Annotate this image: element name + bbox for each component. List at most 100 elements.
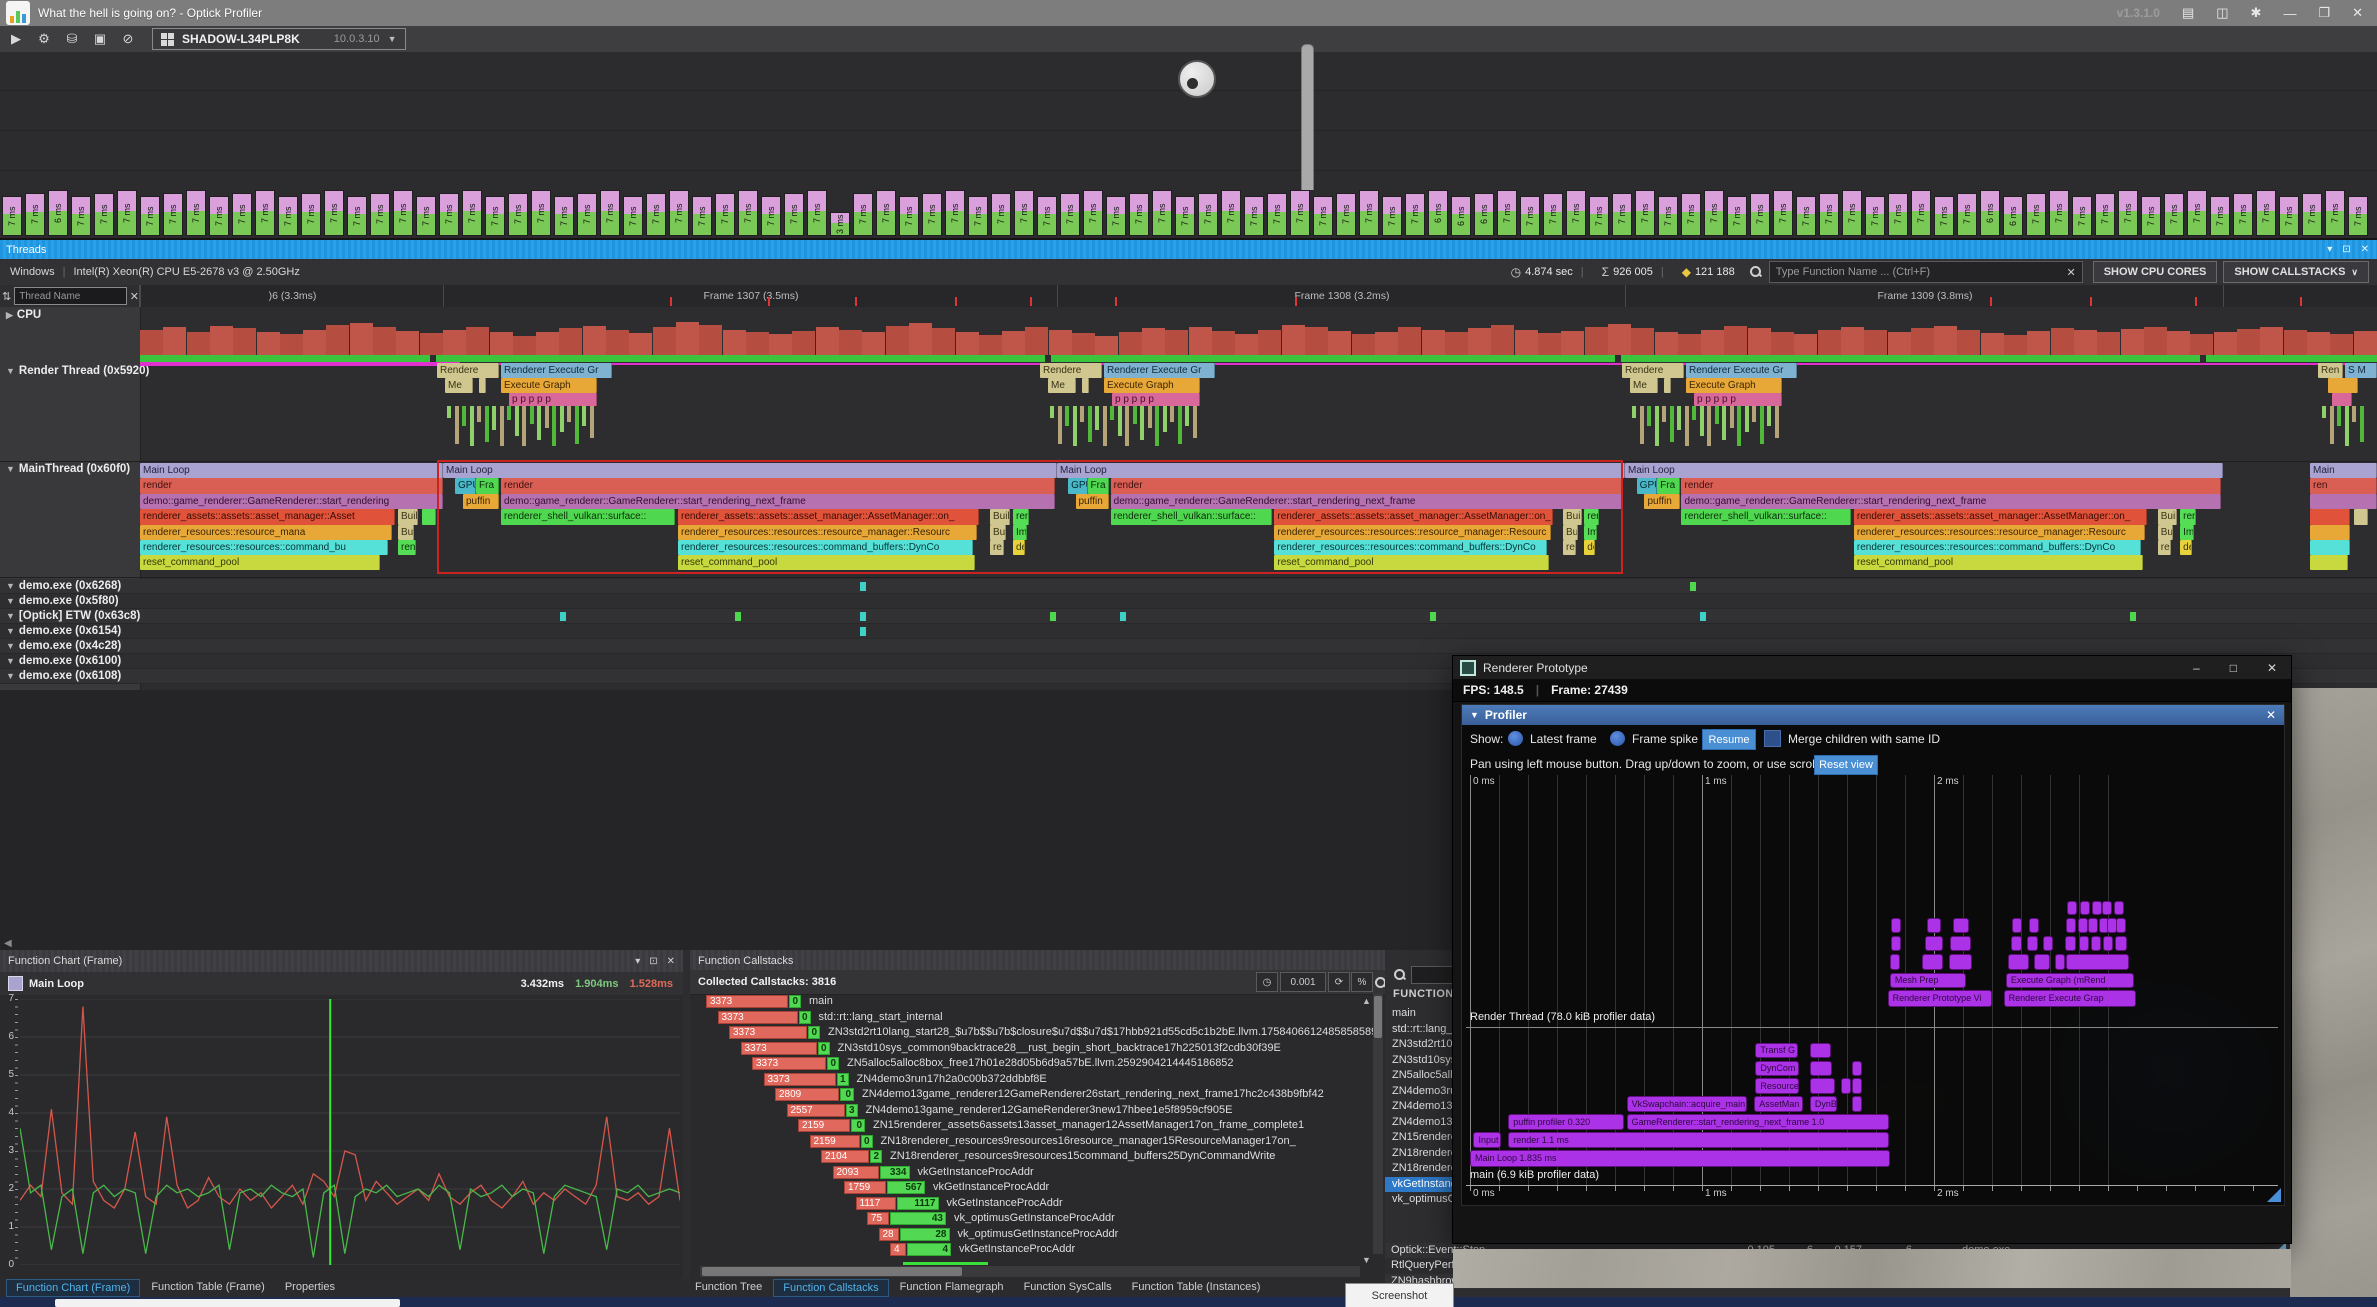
callstack-count-bar[interactable]: 2557 xyxy=(787,1104,845,1117)
frame-minibar[interactable]: 7 ms xyxy=(2026,193,2046,236)
timeline-span[interactable]: Im xyxy=(2180,525,2194,540)
flame-bar[interactable] xyxy=(2012,918,2022,933)
frame-minibar[interactable]: 6 ms xyxy=(1980,190,2000,236)
callstack-self-bar[interactable]: 0 xyxy=(827,1057,839,1070)
function-column-header[interactable]: FUNCTION xyxy=(1393,988,1454,1000)
timeline-span[interactable]: Execute Graph xyxy=(1686,378,1782,393)
callstack-function-name[interactable]: ZN4demo13game_renderer12GameRenderer26st… xyxy=(862,1088,1324,1100)
frame-minibar[interactable]: 7 ms xyxy=(232,193,252,236)
right-dock-tab[interactable]: Function SysCalls xyxy=(1015,1279,1121,1297)
frame-minibar[interactable]: 7 ms xyxy=(692,196,712,236)
flame-bar[interactable] xyxy=(2102,901,2112,915)
flame-bar[interactable] xyxy=(1810,1043,1831,1058)
close-button[interactable]: ✕ xyxy=(2352,5,2363,21)
frame-minibar[interactable]: 7 ms xyxy=(1957,193,1977,236)
frame-minibar[interactable]: 7 ms xyxy=(1773,190,1793,236)
settings-gear-icon[interactable]: ⚙ xyxy=(32,28,56,50)
thread-row[interactable]: ▼demo.exe (0x6268) xyxy=(0,579,2377,594)
timeline-span[interactable]: renderer_resources::resources::command_b… xyxy=(1854,540,2141,555)
flame-bar[interactable]: Renderer Prototype Vi xyxy=(1888,990,1992,1007)
frame-minibar[interactable]: 7 ms xyxy=(853,193,873,236)
timeline-span[interactable]: Ren xyxy=(2318,363,2343,378)
frame-minibar[interactable]: 7 ms xyxy=(2325,190,2345,236)
frame-minibar[interactable]: 7 ms xyxy=(1152,190,1172,236)
function-search-input[interactable]: Type Function Name ... (Ctrl+F) ✕ xyxy=(1769,261,2083,283)
flame-bar[interactable]: Mesh Prep xyxy=(1890,973,1967,988)
timeline-span[interactable] xyxy=(2310,555,2348,570)
frame-minibar[interactable]: 7 ms xyxy=(140,196,160,236)
maximize-button[interactable]: □ xyxy=(2230,661,2237,675)
flame-bar[interactable] xyxy=(2066,954,2129,970)
frame-minibar[interactable]: 7 ms xyxy=(2118,190,2138,236)
frame-minibar[interactable]: 7 ms xyxy=(255,190,275,236)
thread-row[interactable]: ▼demo.exe (0x4c28) xyxy=(0,639,2377,654)
callstack-self-bar[interactable]: 1117 xyxy=(897,1197,939,1210)
frame-minibar[interactable]: 7 ms xyxy=(2072,196,2092,236)
left-dock-tab[interactable]: Properties xyxy=(276,1279,344,1297)
frame-minibar[interactable]: 7 ms xyxy=(2164,193,2184,236)
frame-ruler-section[interactable]: Frame 1307 (3.5ms) xyxy=(443,285,1058,307)
frame-minibar[interactable]: 7 ms xyxy=(1865,196,1885,236)
frame-minibar[interactable]: 7 ms xyxy=(324,190,344,236)
timeline-span[interactable]: renderer_assets::assets::asset_manager::… xyxy=(1854,509,2147,525)
flame-bar[interactable]: Resources xyxy=(1755,1078,1799,1094)
frame-minibar[interactable]: 7 ms xyxy=(163,193,183,236)
frame-minibar[interactable]: 7 ms xyxy=(1589,196,1609,236)
renderer-titlebar[interactable]: Renderer Prototype – □ ✕ xyxy=(1453,656,2291,679)
flame-bar[interactable] xyxy=(1922,954,1943,970)
timeline-span[interactable]: render xyxy=(140,478,443,494)
frame-minibar[interactable]: 7 ms xyxy=(1566,190,1586,236)
frame-minibar[interactable]: 7 ms xyxy=(2187,190,2207,236)
timeline-span[interactable]: Rendere xyxy=(437,363,499,378)
frame-minibar[interactable]: 7 ms xyxy=(278,196,298,236)
frame-minibar[interactable]: 7 ms xyxy=(2141,196,2161,236)
flame-bar[interactable] xyxy=(2116,918,2126,933)
callstack-function-name[interactable]: ZN3std10sys_common9backtrace28__rust_beg… xyxy=(838,1042,1281,1054)
frame-minibar[interactable]: 7 ms xyxy=(2095,193,2115,236)
callstack-function-name[interactable]: vkGetInstanceProcAddr xyxy=(947,1197,1063,1209)
callstack-count-bar[interactable]: 3373 xyxy=(752,1057,826,1070)
frame-minibar[interactable]: 7 ms xyxy=(1796,196,1816,236)
timeline-span[interactable]: renderer_resources::resources::resource_… xyxy=(1854,525,2145,540)
overview-scroll-handle[interactable] xyxy=(1301,44,1314,198)
timeline-span[interactable] xyxy=(1082,378,1089,393)
frame-minibar[interactable]: 7 ms xyxy=(301,193,321,236)
threads-timeline[interactable]: ▶CPU▼Render Thread (0x5920)▼MainThread (… xyxy=(0,307,2377,690)
callstack-function-name[interactable]: ZN4demo3run17h2a0c00b372ddbbf8E xyxy=(857,1073,1047,1085)
frame-minibar[interactable]: 7 ms xyxy=(1612,193,1632,236)
minimize-button[interactable]: — xyxy=(2283,6,2296,21)
flame-bar[interactable] xyxy=(2103,936,2113,951)
panel-dropdown-icon[interactable]: ▾ xyxy=(2327,244,2332,255)
callstack-count-bar[interactable]: 3373 xyxy=(741,1042,817,1055)
callstack-function-name[interactable]: vkGetInstanceProcAddr xyxy=(959,1243,1075,1255)
flame-bar[interactable] xyxy=(2067,901,2077,915)
flame-bar[interactable]: puffin profiler 0.320 xyxy=(1508,1114,1624,1130)
timeline-span[interactable] xyxy=(2354,509,2368,525)
frame-minibar[interactable]: 7 ms xyxy=(1934,196,1954,236)
timeline-span[interactable]: Renderer Execute Gr xyxy=(1104,363,1215,378)
callstack-self-bar[interactable]: 567 xyxy=(887,1181,925,1194)
scroll-down-icon[interactable]: ▼ xyxy=(1362,1255,1371,1265)
close-button[interactable]: ✕ xyxy=(2267,661,2277,675)
frame-minibar[interactable]: 7 ms xyxy=(1037,196,1057,236)
flame-bar[interactable]: DynCom xyxy=(1755,1061,1799,1076)
callstack-self-bar[interactable]: 0 xyxy=(799,1011,811,1024)
timeline-span[interactable]: Main Loop xyxy=(1625,463,2223,478)
thread-row[interactable]: ▼[Optick] ETW (0x63c8) xyxy=(0,609,2377,624)
flame-bar[interactable]: DynB R xyxy=(1810,1096,1837,1112)
frame-minibar[interactable]: 7 ms xyxy=(1175,196,1195,236)
callstack-count-bar[interactable]: 2809 xyxy=(775,1088,839,1101)
callstack-self-bar[interactable]: 1 xyxy=(837,1073,849,1086)
callstack-self-bar[interactable]: 0 xyxy=(851,1119,865,1132)
right-dock-tab[interactable]: Function Callstacks xyxy=(773,1279,888,1297)
show-cpu-cores-button[interactable]: SHOW CPU CORES xyxy=(2093,261,2218,283)
frame-minibar[interactable]: 7 ms xyxy=(1336,193,1356,236)
frame-minibar[interactable]: 7 ms xyxy=(71,196,91,236)
timeline-span[interactable] xyxy=(2332,393,2352,406)
flame-bar[interactable] xyxy=(1852,1078,1862,1094)
frame-minibar[interactable]: 7 ms xyxy=(1382,196,1402,236)
thread-row[interactable]: ▼demo.exe (0x5f80) xyxy=(0,594,2377,609)
frame-minibar[interactable]: 7 ms xyxy=(899,196,919,236)
callstack-self-bar[interactable]: 28 xyxy=(900,1228,950,1241)
timeline-span[interactable]: puffin xyxy=(1644,494,1679,509)
